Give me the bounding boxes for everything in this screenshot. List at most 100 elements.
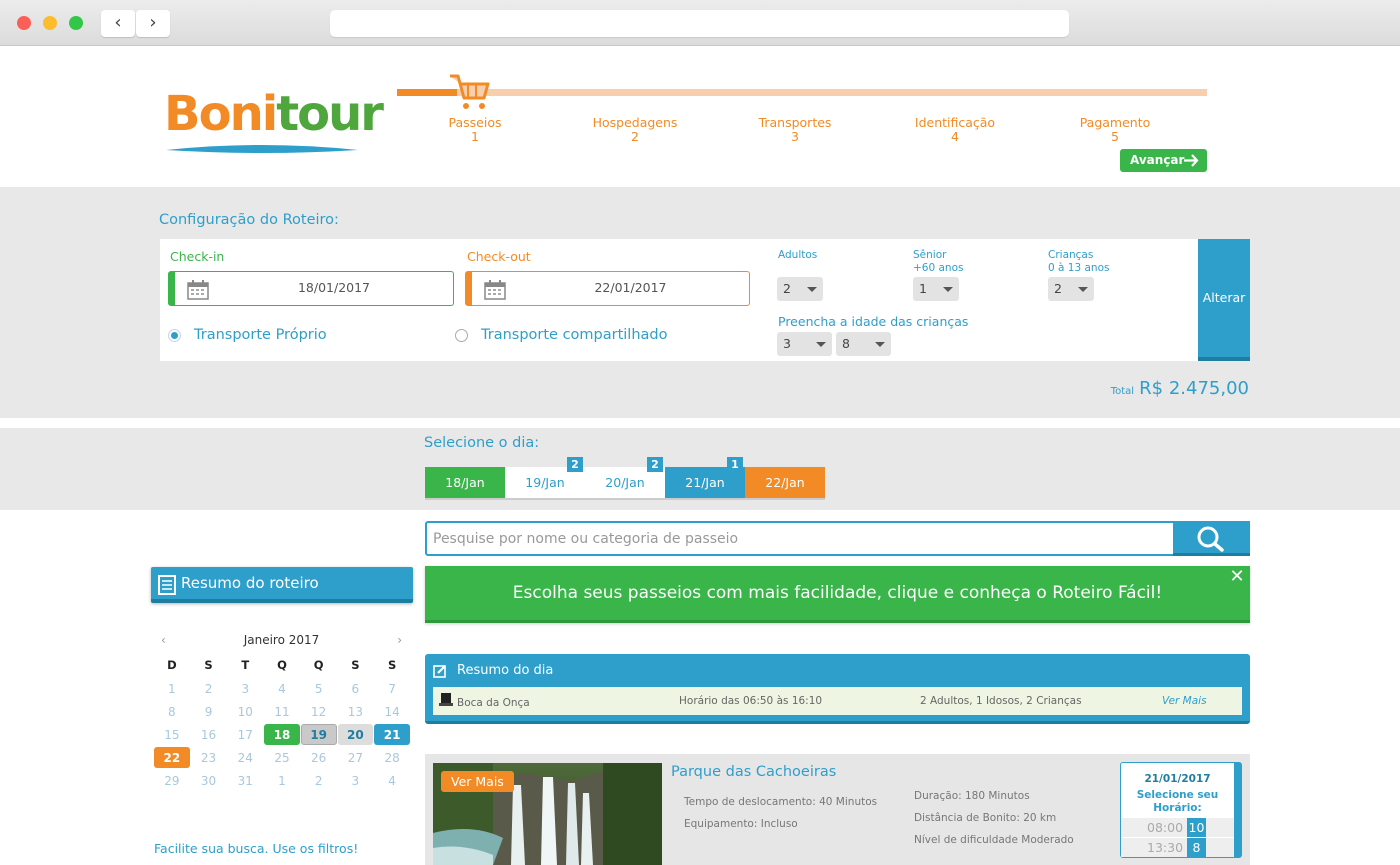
calendar-day[interactable]: 13	[338, 701, 374, 722]
day-tab-20[interactable]: 20/Jan 2	[585, 457, 665, 500]
transport-own-radio[interactable]	[168, 329, 181, 342]
tour-travel-time: Tempo de deslocamento: 40 Minutos	[684, 796, 878, 808]
checkout-date-field[interactable]: 22/01/2017	[465, 271, 750, 306]
day-tab-21[interactable]: 21/Jan 1	[665, 457, 745, 500]
calendar-day[interactable]: 15	[154, 724, 190, 745]
browser-back-button[interactable]: ‹	[101, 10, 135, 37]
calendar-day[interactable]: 16	[191, 724, 227, 745]
config-panel: Check-in 18/01/2017 Check-out 22/01/2017…	[160, 239, 1198, 361]
chevron-down-icon	[807, 287, 817, 292]
transport-own-label[interactable]: Transporte Próprio	[194, 327, 327, 343]
calendar-day-checkin[interactable]: 18	[264, 724, 300, 745]
calendar-day[interactable]: 2	[301, 770, 337, 791]
child-age-1-select[interactable]: 3	[777, 332, 832, 356]
search-bar	[425, 521, 1250, 556]
day-tab-19[interactable]: 19/Jan 2	[505, 457, 585, 500]
close-icon[interactable]: ✕	[1228, 568, 1246, 586]
calendar-day-checkout[interactable]: 22	[154, 747, 190, 768]
tour-duration: Duração: 180 Minutos	[914, 790, 1030, 802]
calendar-day[interactable]: 28	[374, 747, 410, 768]
calendar-day[interactable]: 17	[227, 724, 263, 745]
calendar-day[interactable]: 9	[191, 701, 227, 722]
day-summary-row: Boca da Onça Horário das 06:50 às 16:10 …	[433, 687, 1242, 715]
advance-button[interactable]: Avançar	[1120, 149, 1207, 172]
calendar-day[interactable]: 25	[264, 747, 300, 768]
day-tab-22[interactable]: 22/Jan	[745, 467, 825, 500]
time-slot-picker: 21/01/2017 Selecione seu Horário: 08:00 10…	[1120, 762, 1242, 858]
bonitour-logo[interactable]: Bonitour	[164, 86, 384, 166]
tour-title[interactable]: Parque das Cachoeiras	[671, 764, 836, 780]
transport-shared-label[interactable]: Transporte compartilhado	[481, 327, 667, 343]
tour-more-button[interactable]: Ver Mais	[441, 771, 514, 792]
chevron-down-icon	[875, 342, 885, 347]
calendar-day-selected[interactable]: 19	[300, 724, 337, 745]
child-age-2-select[interactable]: 8	[836, 332, 891, 356]
tour-count-badge: 2	[567, 457, 583, 472]
step-transportes[interactable]: Transportes 3	[735, 116, 855, 144]
calendar-day[interactable]: 3	[338, 770, 374, 791]
calendar-month: Janeiro 2017	[243, 633, 320, 647]
calendar-day[interactable]: 6	[338, 678, 374, 699]
calendar-day[interactable]: 31	[227, 770, 263, 791]
document-icon	[158, 575, 176, 595]
calendar-day[interactable]: 4	[374, 770, 410, 791]
children-select[interactable]: 2	[1048, 277, 1094, 301]
minimize-window-icon[interactable]	[43, 16, 57, 30]
next-month-button[interactable]: ›	[397, 632, 402, 648]
calendar-day[interactable]: 23	[191, 747, 227, 768]
prev-month-button[interactable]: ‹	[161, 632, 166, 648]
tour-image[interactable]: Ver Mais	[433, 763, 662, 865]
browser-forward-button[interactable]: ›	[136, 10, 170, 37]
time-slot[interactable]: 08:00 10	[1121, 818, 1234, 837]
calendar-day[interactable]: 7	[374, 678, 410, 699]
transport-shared-radio[interactable]	[455, 329, 468, 342]
senior-label: Sênior +60 anos	[913, 249, 964, 274]
checkout-progress-bar	[397, 89, 1207, 96]
calendar-day[interactable]: 27	[338, 747, 374, 768]
close-window-icon[interactable]	[17, 16, 31, 30]
senior-select[interactable]: 1	[913, 277, 959, 301]
checkin-value: 18/01/2017	[297, 280, 371, 295]
calendar-day[interactable]: 8	[154, 701, 190, 722]
calendar-day[interactable]: 5	[301, 678, 337, 699]
calendar-day[interactable]: 14	[374, 701, 410, 722]
calendar-day-active[interactable]: 21	[374, 724, 410, 745]
browser-toolbar: ‹ ›	[0, 0, 1400, 46]
calendar-day[interactable]: 29	[154, 770, 190, 791]
day-summary-more-link[interactable]: Ver Mais	[1162, 687, 1207, 715]
maximize-window-icon[interactable]	[69, 16, 83, 30]
calendar-day[interactable]: 3	[227, 678, 263, 699]
tour-equipment: Equipamento: Incluso	[684, 818, 798, 830]
roteiro-facil-banner[interactable]: Escolha seus passeios com mais facilidad…	[425, 566, 1250, 623]
calendar-day-selected[interactable]: 20	[337, 724, 374, 745]
calendar-day[interactable]: 10	[227, 701, 263, 722]
calendar-day[interactable]: 2	[191, 678, 227, 699]
step-hospedagens[interactable]: Hospedagens 2	[575, 116, 695, 144]
address-bar[interactable]	[330, 10, 1069, 37]
tour-card: Ver Mais Parque das Cachoeiras Tempo de …	[425, 754, 1250, 865]
itinerary-summary-button[interactable]: Resumo do roteiro	[151, 567, 413, 603]
search-button[interactable]	[1173, 521, 1250, 556]
calendar-day[interactable]: 12	[301, 701, 337, 722]
tour-count-badge: 2	[647, 457, 663, 472]
calendar-day[interactable]: 24	[227, 747, 263, 768]
search-input[interactable]	[433, 526, 1163, 551]
calendar-day[interactable]: 26	[301, 747, 337, 768]
calendar-day[interactable]: 1	[264, 770, 300, 791]
adults-select[interactable]: 2	[777, 277, 823, 301]
filters-hint[interactable]: Facilite sua busca. Use os filtros!	[154, 841, 358, 856]
step-passeios[interactable]: Passeios 1	[415, 116, 535, 144]
checkin-date-field[interactable]: 18/01/2017	[168, 271, 454, 306]
step-pagamento[interactable]: Pagamento 5	[1055, 116, 1175, 144]
day-tab-18[interactable]: 18/Jan	[425, 467, 505, 500]
calendar-day[interactable]: 1	[154, 678, 190, 699]
search-icon	[1197, 526, 1224, 552]
step-identificacao[interactable]: Identificação 4	[895, 116, 1015, 144]
time-slot-prompt: Selecione seu Horário:	[1136, 789, 1219, 814]
adults-label: Adultos	[778, 249, 818, 261]
calendar-day[interactable]: 11	[264, 701, 300, 722]
alter-button[interactable]: Alterar	[1198, 239, 1250, 361]
time-slot[interactable]: 13:30 8	[1121, 838, 1234, 857]
calendar-day[interactable]: 4	[264, 678, 300, 699]
calendar-day[interactable]: 30	[191, 770, 227, 791]
